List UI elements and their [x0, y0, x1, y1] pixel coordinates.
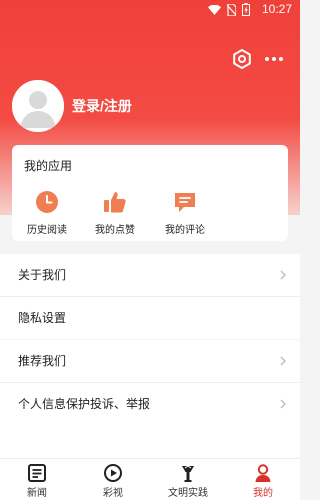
tab-civilization[interactable]: 文明实践 — [158, 463, 218, 499]
settings-icon[interactable] — [231, 48, 253, 70]
torch-icon — [182, 465, 194, 482]
more-icon[interactable] — [263, 50, 285, 68]
menu-group-1: 关于我们 隐私设置 — [0, 254, 300, 339]
tab-video[interactable]: 彩视 — [83, 463, 143, 499]
login-register-link[interactable]: 登录/注册 — [72, 96, 132, 116]
menu-filler — [0, 425, 300, 458]
app-comments[interactable]: 我的评论 — [152, 189, 218, 236]
chevron-right-icon — [280, 356, 286, 366]
menu-recommend-us-label: 推荐我们 — [18, 354, 67, 368]
tab-civilization-label: 文明实践 — [168, 488, 208, 499]
chevron-right-icon — [280, 270, 286, 280]
menu-privacy-complaint-label: 个人信息保护投诉、举报 — [18, 397, 151, 411]
menu-privacy-complaint[interactable]: 个人信息保护投诉、举报 — [0, 383, 300, 425]
tab-news[interactable]: 新闻 — [7, 463, 67, 499]
status-time: 10:27 — [261, 2, 292, 16]
app-history[interactable]: 历史阅读 — [14, 189, 80, 236]
menu-about-us-label: 关于我们 — [18, 268, 67, 282]
menu-privacy-settings-label: 隐私设置 — [18, 311, 67, 325]
menu-about-us[interactable]: 关于我们 — [0, 254, 300, 296]
my-apps-card: 我的应用 历史阅读 我的点赞 我的评论 — [12, 145, 288, 241]
tab-news-label: 新闻 — [27, 488, 47, 499]
status-bar: 10:27 — [0, 0, 300, 20]
user-icon — [255, 464, 271, 482]
app-likes-label: 我的点赞 — [95, 225, 135, 236]
tab-mine[interactable]: 我的 — [233, 463, 293, 499]
wifi-icon — [208, 4, 221, 15]
app-history-label: 历史阅读 — [27, 225, 67, 236]
app-comments-label: 我的评论 — [165, 225, 205, 236]
no-sim-icon — [227, 3, 236, 16]
app-likes[interactable]: 我的点赞 — [82, 189, 148, 236]
menu-privacy-settings[interactable]: 隐私设置 — [0, 297, 300, 339]
comment-icon — [175, 193, 195, 212]
menu-group-2: 推荐我们 个人信息保护投诉、举报 — [0, 340, 300, 425]
avatar[interactable] — [12, 80, 64, 132]
chevron-right-icon — [280, 399, 286, 409]
battery-icon — [242, 3, 250, 16]
bottom-tab-bar: 新闻 彩视 文明实践 我的 — [0, 458, 300, 500]
play-icon — [104, 464, 122, 482]
tab-video-label: 彩视 — [103, 488, 123, 499]
menu-recommend-us[interactable]: 推荐我们 — [0, 340, 300, 382]
tab-mine-label: 我的 — [253, 488, 273, 499]
thumbs-up-icon — [104, 192, 126, 213]
clock-icon — [36, 191, 58, 213]
status-icons — [208, 3, 250, 16]
default-avatar-icon — [12, 80, 64, 132]
my-apps-title: 我的应用 — [24, 159, 73, 173]
news-icon — [28, 464, 46, 482]
